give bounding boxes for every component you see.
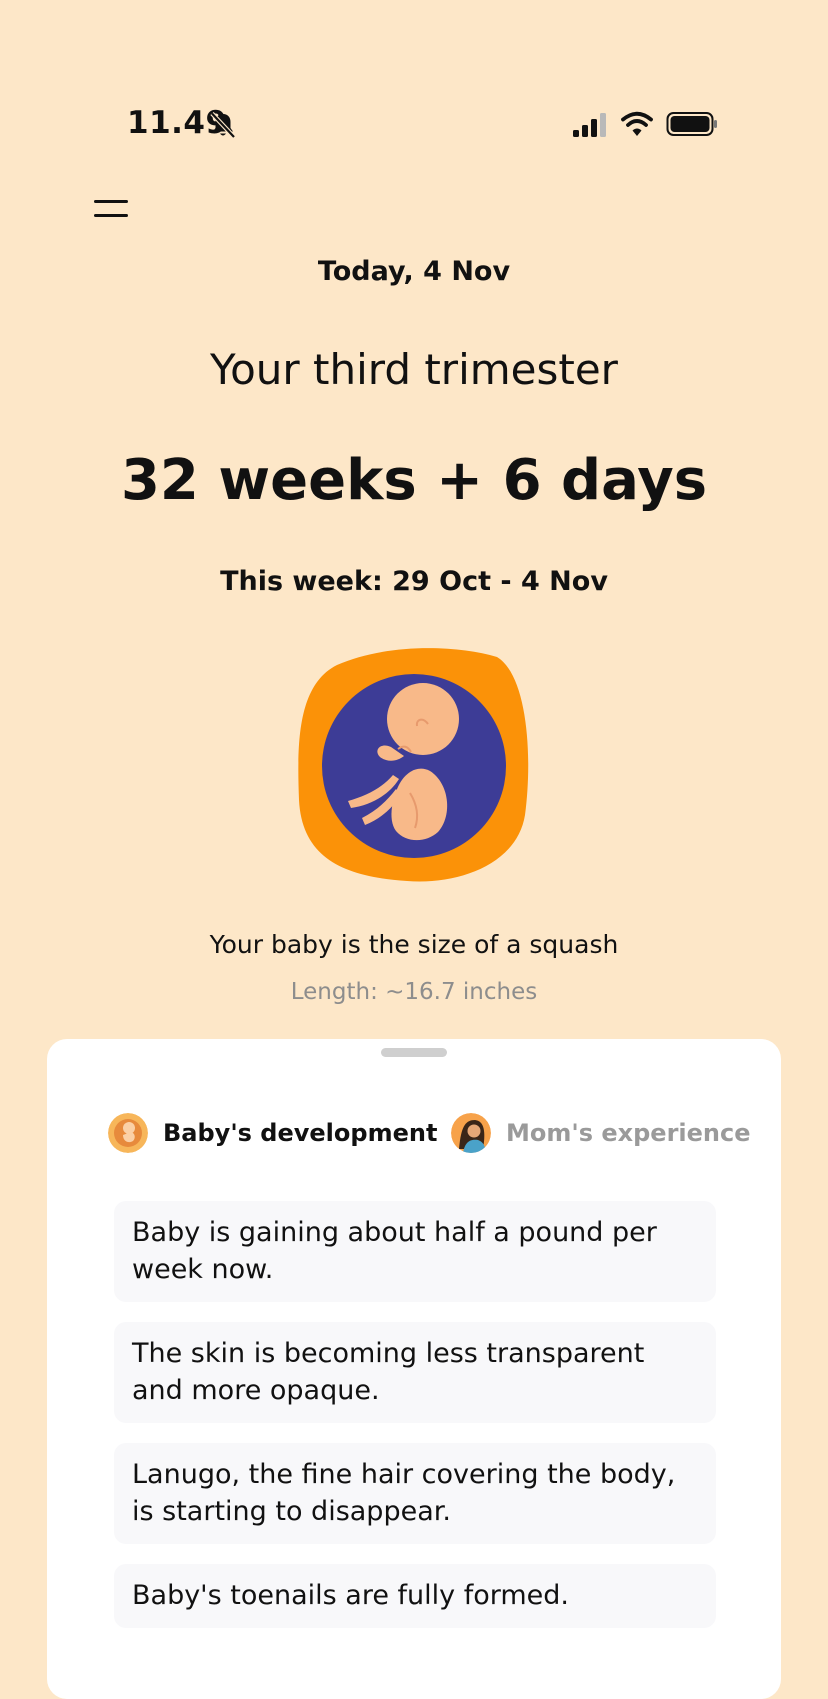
today-label: Today, 4 Nov — [317, 256, 511, 287]
trimester-title: Your third trimester — [210, 345, 618, 394]
baby-size-text: Your baby is the size of a squash — [209, 930, 619, 959]
development-sheet: Baby's development Mom's experience Baby… — [47, 1039, 781, 1699]
fact-card: Lanugo, the fine hair covering the body,… — [114, 1443, 716, 1544]
tab-label: Mom's experience — [506, 1119, 751, 1147]
fact-list: Baby is gaining about half a pound per w… — [114, 1201, 716, 1648]
tab-label: Baby's development — [163, 1119, 438, 1147]
fact-card: The skin is becoming less transparent an… — [114, 1322, 716, 1423]
battery-icon — [666, 112, 717, 136]
status-bar: 11.49 — [0, 100, 828, 150]
menu-button[interactable] — [92, 194, 130, 222]
baby-length-text: Length: ~16.7 inches — [290, 979, 538, 1005]
mom-avatar-icon — [451, 1113, 491, 1153]
wifi-icon — [621, 111, 653, 136]
hamburger-menu-icon — [94, 200, 128, 203]
sheet-drag-handle[interactable] — [381, 1048, 447, 1057]
fact-card: Baby is gaining about half a pound per w… — [114, 1201, 716, 1302]
signal-icon — [573, 113, 606, 137]
tab-mom-experience[interactable]: Mom's experience — [451, 1111, 751, 1155]
baby-avatar-icon — [108, 1113, 148, 1153]
week-range: This week: 29 Oct - 4 Nov — [220, 566, 608, 597]
pregnancy-week-count: 32 weeks + 6 days — [120, 448, 708, 513]
bell-slash-icon — [210, 111, 236, 139]
fact-card: Baby's toenails are fully formed. — [114, 1564, 716, 1628]
fetus-illustration — [298, 648, 529, 882]
tab-baby-development[interactable]: Baby's development — [108, 1111, 437, 1155]
